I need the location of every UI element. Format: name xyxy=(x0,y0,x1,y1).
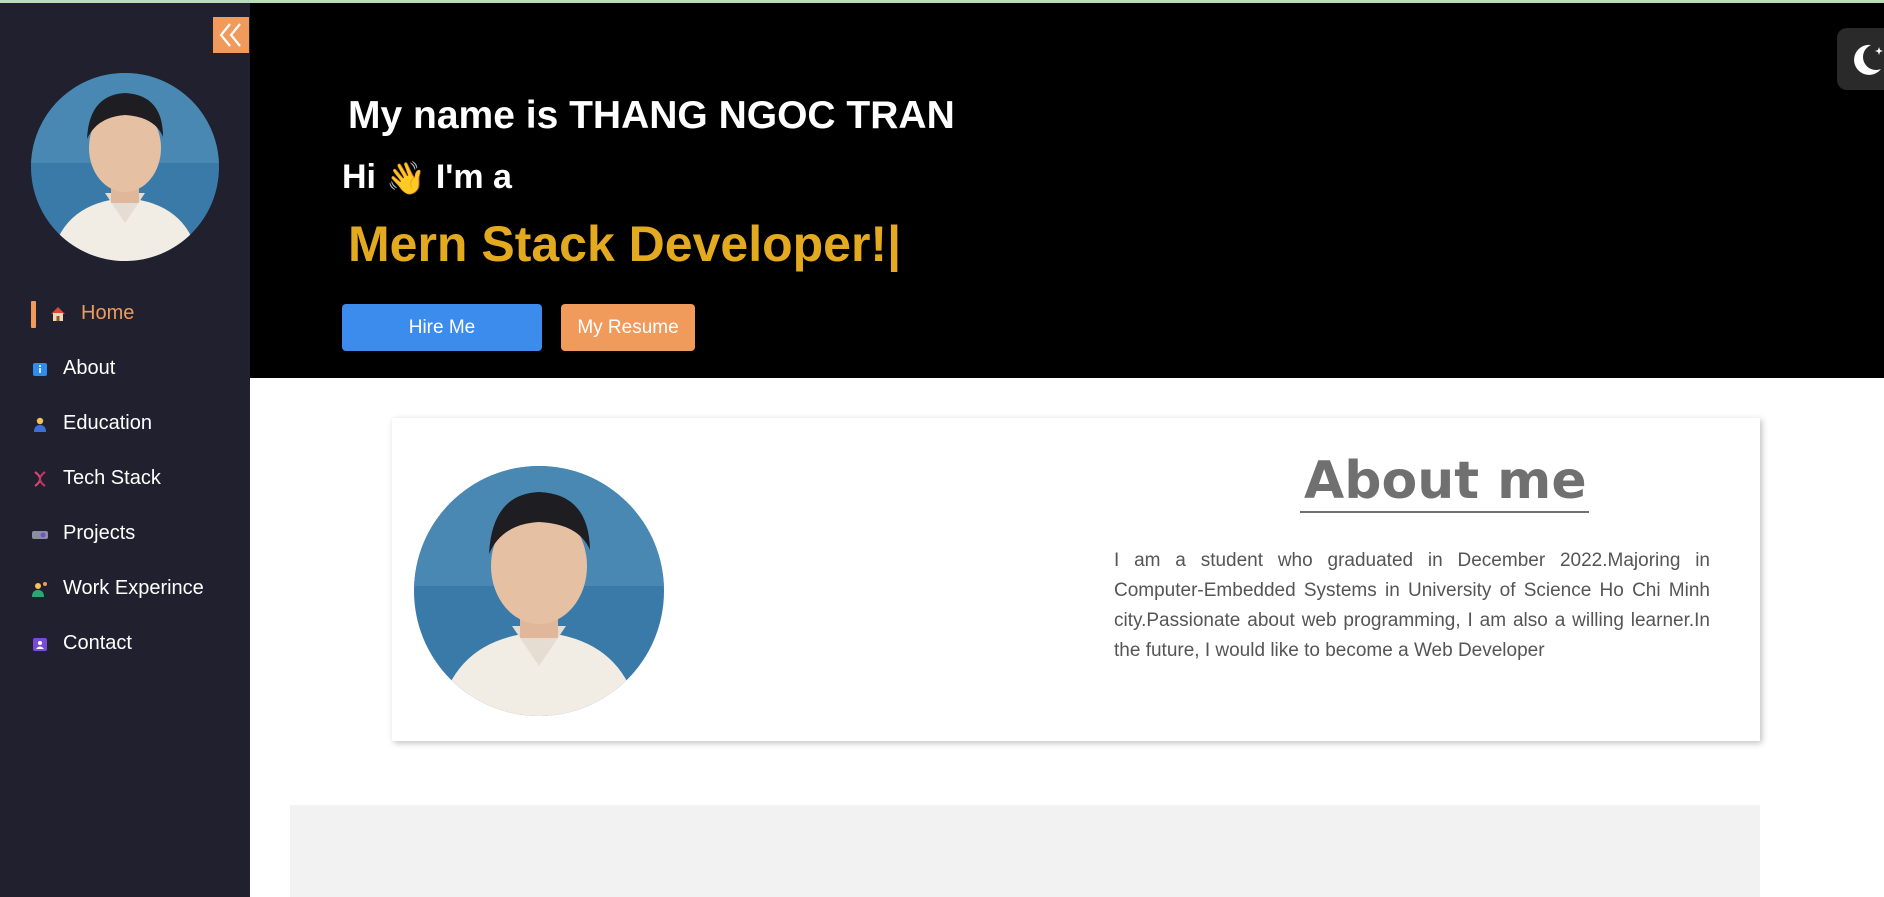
sidebar-avatar xyxy=(31,73,219,261)
hero-greeting: Hi 👋 I'm a xyxy=(342,158,512,197)
about-card: About me I am a student who graduated in… xyxy=(392,418,1760,741)
about-title: About me xyxy=(1300,454,1589,513)
projector-icon xyxy=(31,525,49,543)
sidebar: Home About Education Tech Stack Projects xyxy=(0,3,250,897)
sidebar-item-tech-stack[interactable]: Tech Stack xyxy=(0,451,250,506)
sidebar-item-work-experience[interactable]: Work Experince xyxy=(0,561,250,616)
hero-role-typewriter: Mern Stack Developer!| xyxy=(348,216,902,272)
about-text: I am a student who graduated in December… xyxy=(1114,550,1710,661)
sidebar-item-about[interactable]: About xyxy=(0,341,250,396)
student-icon xyxy=(31,415,49,433)
moon-stars-icon xyxy=(1854,44,1883,75)
contact-card-icon xyxy=(31,635,49,653)
greeting-hi: Hi xyxy=(342,158,376,196)
sidebar-item-label: Education xyxy=(63,412,152,434)
top-border xyxy=(0,0,1884,3)
sidebar-item-projects[interactable]: Projects xyxy=(0,506,250,561)
hero-name: My name is THANG NGOC TRAN xyxy=(348,94,955,137)
sidebar-nav: Home About Education Tech Stack Projects xyxy=(0,286,250,671)
sidebar-item-label: Tech Stack xyxy=(63,467,161,489)
sidebar-item-education[interactable]: Education xyxy=(0,396,250,451)
sidebar-item-label: Work Experince xyxy=(63,577,204,599)
double-chevron-left-icon xyxy=(219,23,241,47)
worker-icon xyxy=(31,580,49,598)
sidebar-item-label: Contact xyxy=(63,632,132,654)
my-resume-button[interactable]: My Resume xyxy=(561,304,695,351)
greeting-im-a: I'm a xyxy=(435,158,512,196)
theme-toggle-button[interactable] xyxy=(1837,28,1884,90)
house-icon xyxy=(49,305,67,323)
sidebar-item-home[interactable]: Home xyxy=(0,286,250,341)
waving-hand-icon: 👋 xyxy=(386,159,426,196)
sidebar-item-contact[interactable]: Contact xyxy=(0,616,250,671)
next-section-panel xyxy=(290,805,1760,897)
about-photo xyxy=(414,466,664,716)
sidebar-item-label: Projects xyxy=(63,522,136,544)
sidebar-item-label: About xyxy=(63,357,116,379)
collapse-sidebar-button[interactable] xyxy=(213,17,249,53)
info-icon xyxy=(31,360,49,378)
dna-icon xyxy=(31,470,49,488)
sidebar-item-label: Home xyxy=(81,302,135,324)
hire-me-button[interactable]: Hire Me xyxy=(342,304,542,351)
active-indicator xyxy=(31,301,36,328)
hero-section: My name is THANG NGOC TRAN Hi 👋 I'm a Me… xyxy=(250,3,1884,378)
